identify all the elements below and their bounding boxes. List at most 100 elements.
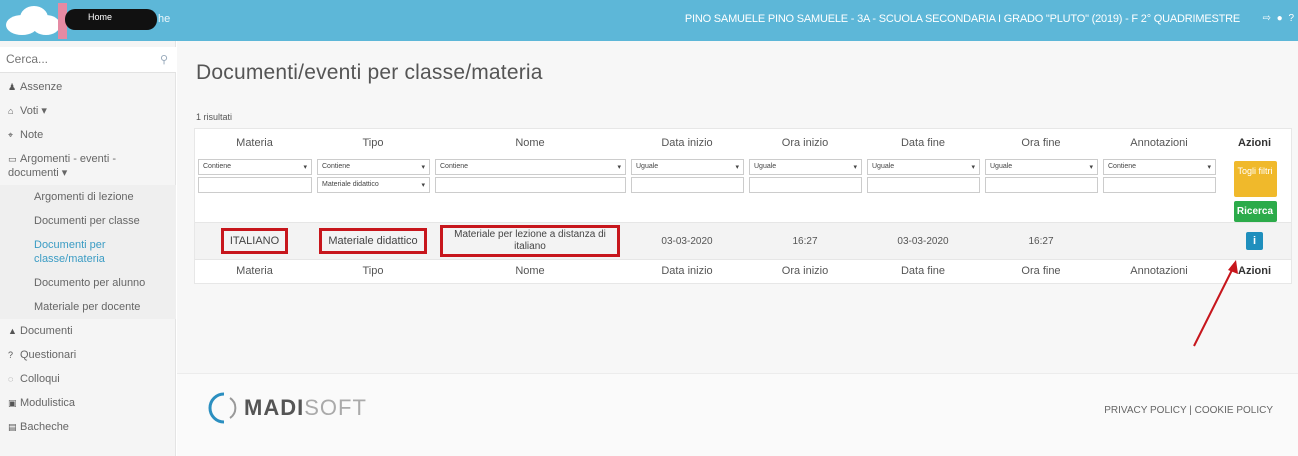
sidebar-item-argomenti[interactable]: ▭ Argomenti - eventi - documenti ▾ (0, 147, 176, 185)
ora-inizio-filter-select[interactable]: Uguale ▾ (749, 159, 862, 175)
sidebar-item-questionari[interactable]: ? Questionari (0, 343, 176, 367)
sidebar: ⚲ ♟Assenze ⌂ Voti ▾ ⌖ Note ▭Argomenti - ev… (0, 41, 176, 456)
top-icons: ⇨ ● ? (1259, 13, 1294, 24)
graduation-cap-icon: ▲ (8, 326, 17, 336)
question-icon: ? (8, 350, 14, 360)
column-footer: Ora inizio (746, 259, 864, 282)
pin-icon: ⌖ (8, 130, 14, 140)
column-footer: Nome (432, 259, 628, 282)
bank-icon: ⌂ (8, 106, 14, 116)
sidebar-item-label: Note (20, 129, 44, 141)
folder-open-icon: ▭ (8, 154, 17, 164)
info-button[interactable]: i (1246, 232, 1263, 250)
materia-cell: ITALIANO (220, 228, 289, 254)
ora-inizio-cell: 16:27 (746, 222, 864, 260)
table-footer-row: Materia Tipo Nome Data inizio Ora inizio… (195, 259, 1291, 282)
table-header-row: Materia Tipo Nome Data inizio Ora inizio… (195, 129, 1291, 156)
sidebar-item-label: Documenti (20, 325, 73, 337)
annotazioni-cell (1100, 222, 1218, 260)
sidebar-subitem-documento-alunno[interactable]: Documento per alunno (0, 271, 176, 295)
sidebar-item-modulistica[interactable]: ▣ Modulistica (0, 391, 176, 415)
column-header[interactable]: Ora fine (982, 129, 1100, 156)
logo-text-light: SOFT (304, 395, 367, 420)
sidebar-item-label: Argomenti - eventi - documenti ▾ (8, 153, 116, 179)
policy-links[interactable]: PRIVACY POLICY | COOKIE POLICY (1104, 405, 1273, 416)
ora-fine-cell: 16:27 (982, 222, 1100, 260)
sidebar-item-label: Modulistica (20, 397, 76, 409)
sidebar-item-documenti[interactable]: ▲ Documenti (0, 319, 176, 343)
user-icon[interactable]: ● (1277, 13, 1283, 24)
materia-filter-input[interactable] (198, 177, 312, 193)
sidebar-nav: ♟ Assenze ⌂ Voti ▾ ⌖ Note ▭ Argomenti - even… (0, 75, 176, 439)
ora-fine-filter-select[interactable]: Uguale ▾ (985, 159, 1098, 175)
nome-cell: Materiale per lezione a distanza di ital… (440, 225, 620, 257)
column-header[interactable]: Materia (195, 129, 314, 156)
column-footer: Data inizio (628, 259, 746, 282)
column-header[interactable]: Tipo (314, 129, 432, 156)
column-footer: Data fine (864, 259, 982, 282)
sign-out-icon[interactable]: ⇨ (1262, 13, 1270, 24)
column-header[interactable]: Data fine (864, 129, 982, 156)
search-button[interactable]: Ricerca (1233, 201, 1277, 222)
nome-filter-input[interactable] (435, 177, 626, 193)
data-inizio-filter-select[interactable]: Uguale ▾ (631, 159, 744, 175)
sidebar-item-label: Bacheche (20, 421, 69, 433)
annotazioni-filter-input[interactable] (1103, 177, 1216, 193)
data-fine-filter-select[interactable]: Uguale ▾ (867, 159, 980, 175)
archive-icon: ▣ (8, 398, 17, 408)
sidebar-item-colloqui[interactable]: ◌ Colloqui (0, 367, 176, 391)
help-icon[interactable]: ? (1288, 13, 1294, 24)
sidebar-subitem-materiale-docente[interactable]: Materiale per docente (0, 295, 176, 319)
column-header[interactable]: Ora inizio (746, 129, 864, 156)
chat-icon: ◌ (8, 374, 14, 384)
sidebar-item-label: Colloqui (20, 373, 60, 385)
user-info: PINO SAMUELE PINO SAMUELE - 3A - SCUOLA … (684, 13, 1240, 25)
sidebar-subitem-documenti-classe[interactable]: Documenti per classe (0, 209, 176, 233)
search-icon[interactable]: ⚲ (160, 53, 168, 66)
tipo-cell: Materiale didattico (319, 228, 427, 254)
sidebar-item-label: Assenze (20, 81, 63, 93)
materia-filter-select[interactable]: Contiene ▾ (198, 159, 312, 175)
annotazioni-filter-select[interactable]: Contiene ▾ (1103, 159, 1216, 175)
sidebar-item-label: Questionari (20, 349, 77, 361)
nome-filter-select[interactable]: Contiene ▾ (435, 159, 626, 175)
board-icon: ▤ (8, 422, 17, 432)
table-row[interactable]: ITALIANO Materiale didattico Materiale p… (195, 222, 1291, 260)
column-footer: Materia (195, 259, 314, 282)
footer: MADISOFT PRIVACY POLICY | COOKIE POLICY (177, 373, 1298, 456)
sidebar-subitem-argomenti-lezione[interactable]: Argomenti di lezione (0, 185, 176, 209)
sidebar-item-assenze[interactable]: ♟ Assenze (0, 75, 176, 99)
sidebar-item-bacheche[interactable]: ▤ Bacheche (0, 415, 176, 439)
column-header: Azioni (1238, 136, 1271, 149)
ora-inizio-filter-input[interactable] (749, 177, 862, 193)
documents-table: Materia Tipo Nome Data inizio Ora inizio… (194, 128, 1292, 284)
cloud-logo-icon[interactable] (2, 3, 64, 37)
search-input[interactable] (0, 47, 150, 71)
data-inizio-filter-input[interactable] (631, 177, 744, 193)
clear-filters-button[interactable]: Togli filtri (1233, 161, 1277, 197)
tipo-filter-select[interactable]: Contiene ▾ (317, 159, 430, 175)
column-header[interactable]: Data inizio (628, 129, 746, 156)
data-fine-cell: 03-03-2020 (864, 222, 982, 260)
column-header[interactable]: Nome (432, 129, 628, 156)
annotation-arrow-icon (1193, 260, 1238, 347)
madisoft-logo-icon (208, 392, 237, 424)
madisoft-logo: MADISOFT (204, 392, 367, 424)
logo-text-bold: MADI (244, 395, 305, 420)
sidebar-item-note[interactable]: ⌖ Note (0, 123, 176, 147)
ora-fine-filter-input[interactable] (985, 177, 1098, 193)
column-footer: Tipo (314, 259, 432, 282)
top-bar: Home he PINO SAMUELE PINO SAMUELE - 3A -… (0, 0, 1298, 41)
sidebar-item-label: Voti ▾ (20, 105, 47, 117)
results-count: 1 risultati (196, 112, 233, 122)
data-fine-filter-input[interactable] (867, 177, 980, 193)
user-icon: ♟ (8, 82, 17, 92)
sidebar-subitem-documenti-classe-materia[interactable]: Documenti per classe/materia (0, 233, 176, 271)
data-inizio-cell: 03-03-2020 (628, 222, 746, 260)
sidebar-item-voti[interactable]: ⌂ Voti ▾ (0, 99, 176, 123)
column-header[interactable]: Annotazioni (1100, 129, 1218, 156)
filter-row: Contiene ▾ Contiene ▾ Materiale didattico ▾ … (195, 156, 1291, 223)
tipo-value-select[interactable]: Materiale didattico ▾ (317, 177, 430, 193)
home-label[interactable]: Home (88, 12, 112, 22)
sidebar-search: ⚲ (0, 47, 176, 73)
